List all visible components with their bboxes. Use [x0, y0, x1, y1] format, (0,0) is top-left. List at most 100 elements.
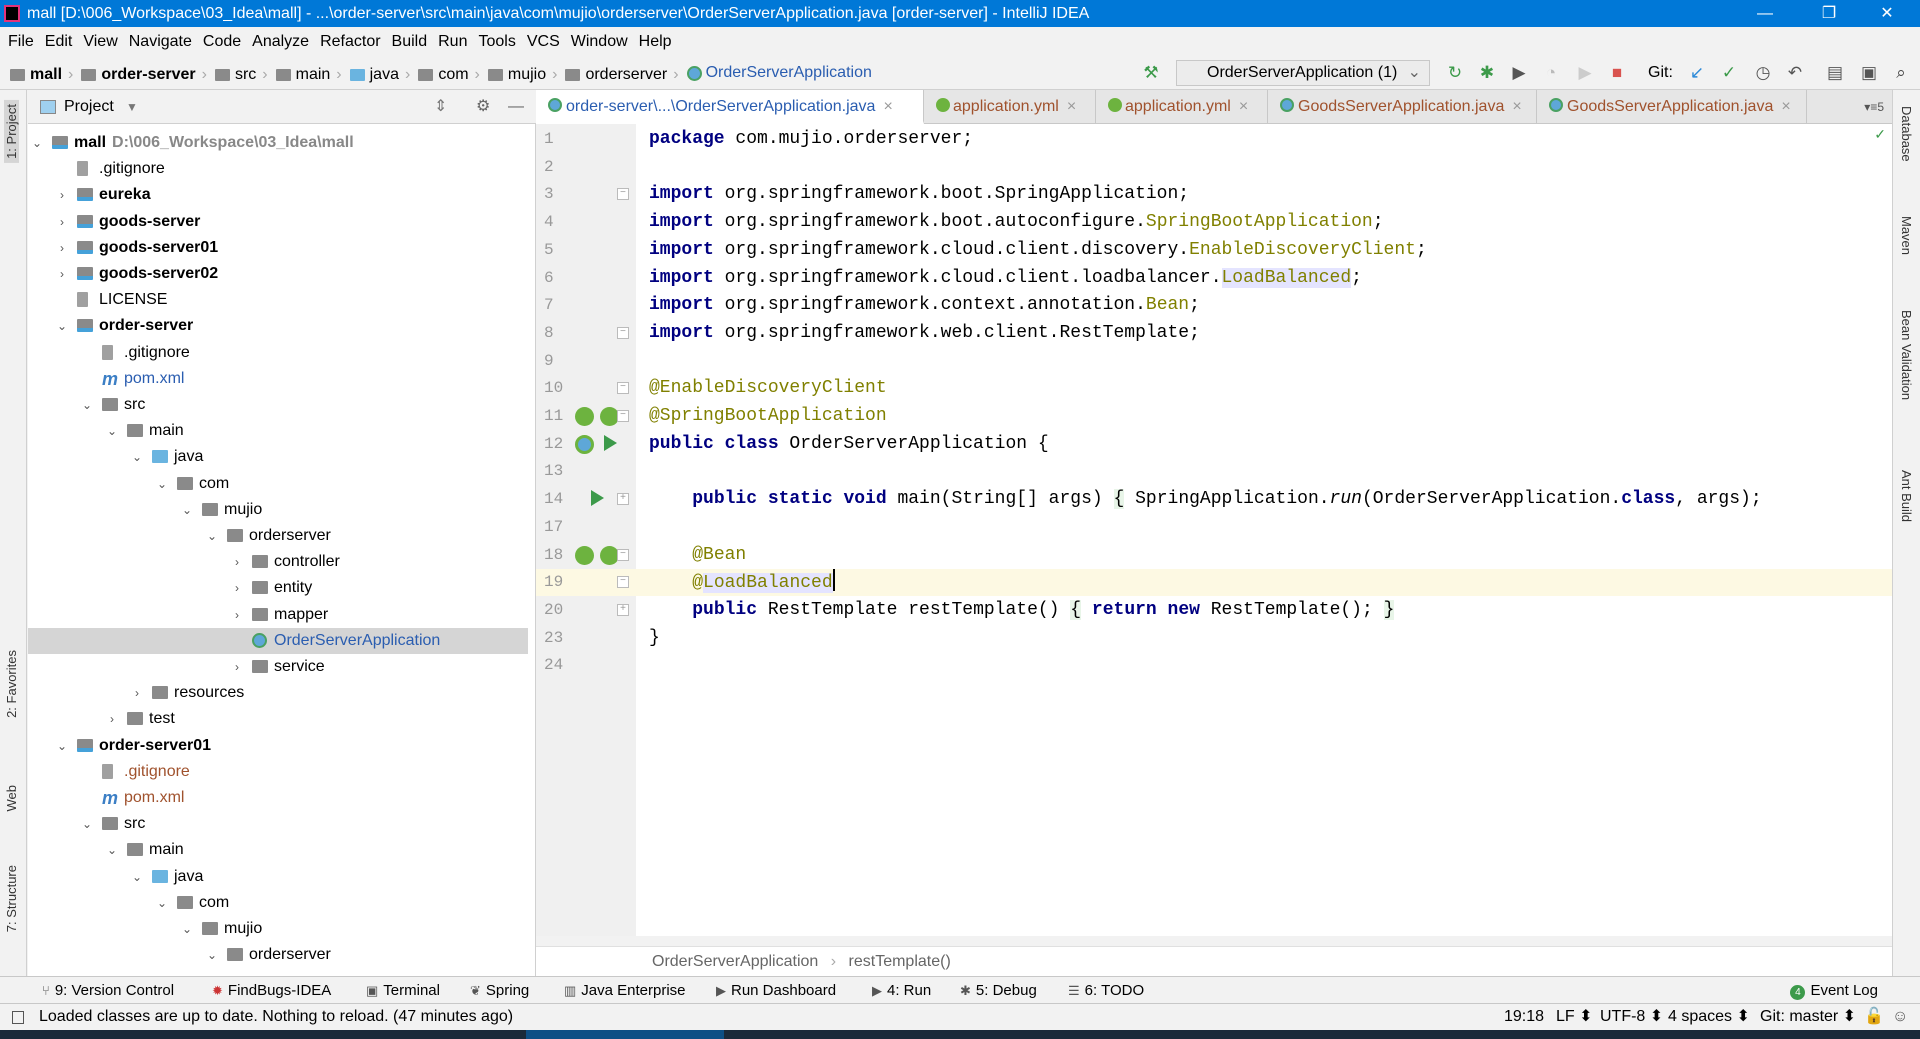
menu-run[interactable]: Run: [438, 33, 467, 50]
caret-position[interactable]: 19:18: [1504, 1004, 1544, 1030]
tool-window-version-control[interactable]: ⑂ 9: Version Control: [42, 977, 174, 1004]
chevron-down-icon[interactable]: ⌄: [180, 916, 194, 942]
tree-item[interactable]: › goods-server01: [28, 235, 528, 261]
fold-marker-icon[interactable]: −: [617, 410, 629, 422]
menu-refactor[interactable]: Refactor: [320, 33, 380, 50]
breadcrumb-class[interactable]: OrderServerApplication: [652, 953, 818, 970]
tool-tab-favorites[interactable]: 2: Favorites: [4, 650, 19, 718]
search-icon[interactable]: ⌕: [1890, 62, 1912, 84]
menu-file[interactable]: File: [8, 33, 34, 50]
collapse-all-icon[interactable]: ⇕: [434, 90, 447, 124]
event-log-button[interactable]: 4 Event Log: [1790, 977, 1878, 1004]
editor-tab[interactable]: GoodsServerApplication.java ×: [1268, 90, 1537, 124]
tool-tab-maven[interactable]: Maven: [1899, 216, 1914, 255]
tree-item[interactable]: ⌄ src: [28, 811, 528, 837]
chevron-right-icon[interactable]: ›: [55, 209, 69, 235]
lock-icon[interactable]: 🔓: [1864, 1004, 1884, 1030]
tool-tab-project[interactable]: 1: Project: [4, 100, 19, 163]
tool-tab-ant-build[interactable]: Ant Build: [1899, 470, 1914, 522]
tree-item[interactable]: › goods-server: [28, 209, 528, 235]
tree-item[interactable]: › service: [28, 654, 528, 680]
tool-window-run[interactable]: ▶ 4: Run: [872, 977, 931, 1004]
git-commit-check-icon[interactable]: ✓: [1718, 62, 1740, 84]
close-tab-icon[interactable]: ×: [1239, 98, 1248, 115]
nav-crumb[interactable]: mujio ›: [487, 58, 557, 92]
tool-window-spring[interactable]: ❦ Spring: [470, 977, 529, 1004]
run-anything-icon[interactable]: ▣: [1858, 62, 1880, 84]
tree-item[interactable]: ⌄ orderserver: [28, 523, 528, 549]
status-toggle-icon[interactable]: [12, 1011, 24, 1024]
chevron-right-icon[interactable]: ›: [130, 680, 144, 706]
nav-crumb[interactable]: order-server ›: [81, 58, 207, 92]
nav-crumb[interactable]: mall ›: [10, 58, 73, 92]
tree-item[interactable]: ⌄ order-server: [28, 313, 528, 339]
fold-marker-icon[interactable]: −: [617, 326, 629, 339]
tree-item[interactable]: ⌄ src: [28, 392, 528, 418]
close-tab-icon[interactable]: ×: [1512, 98, 1521, 115]
gear-icon[interactable]: ⚙: [476, 90, 490, 124]
chevron-down-icon[interactable]: ⌄: [30, 130, 44, 156]
menu-analyze[interactable]: Analyze: [252, 33, 309, 50]
chevron-down-icon[interactable]: ⌄: [80, 392, 94, 418]
menu-help[interactable]: Help: [639, 33, 672, 50]
code-editor[interactable]: ✓ 1 package com.mujio.orderserver; 2 3 impor…: [536, 124, 1892, 936]
chevron-right-icon[interactable]: ›: [230, 575, 244, 601]
chevron-right-icon[interactable]: ›: [55, 235, 69, 261]
tree-item[interactable]: ⌄ main: [28, 837, 528, 863]
chevron-right-icon[interactable]: ›: [230, 549, 244, 575]
tree-item[interactable]: › test: [28, 706, 528, 732]
tree-item[interactable]: › eureka: [28, 182, 528, 208]
line-separator[interactable]: LF ⬍: [1556, 1004, 1593, 1030]
run-configuration-select[interactable]: OrderServerApplication (1) ⌄: [1176, 60, 1430, 86]
tree-item[interactable]: › goods-server02: [28, 261, 528, 287]
chevron-right-icon[interactable]: ›: [55, 182, 69, 208]
close-tab-icon[interactable]: ×: [1781, 98, 1790, 115]
tree-item[interactable]: ⌄ mujio: [28, 916, 528, 942]
breadcrumb-method[interactable]: restTemplate(): [849, 953, 951, 970]
tree-item[interactable]: m pom.xml: [28, 366, 528, 392]
chevron-down-icon[interactable]: ⌄: [80, 811, 94, 837]
editor-tab[interactable]: application.yml ×: [1096, 90, 1268, 124]
run-gutter-icon[interactable]: [604, 434, 617, 451]
chevron-right-icon[interactable]: ›: [230, 654, 244, 680]
tool-tab-bean-validation[interactable]: Bean Validation: [1899, 310, 1914, 400]
menu-vcs[interactable]: VCS: [527, 33, 560, 50]
tool-window-java-enterprise[interactable]: ▥ Java Enterprise: [564, 977, 686, 1004]
close-tab-icon[interactable]: ×: [883, 98, 892, 115]
menu-edit[interactable]: Edit: [45, 33, 73, 50]
project-structure-icon[interactable]: ▤: [1824, 62, 1846, 84]
tree-item[interactable]: › entity: [28, 575, 528, 601]
chevron-down-icon[interactable]: ⌄: [180, 497, 194, 523]
taskbar-active-app[interactable]: [526, 1030, 724, 1039]
debug-bug-icon[interactable]: ✱: [1476, 62, 1498, 84]
chevron-down-icon[interactable]: ⌄: [105, 418, 119, 444]
tree-item[interactable]: › mapper: [28, 602, 528, 628]
git-update-icon[interactable]: ↙: [1686, 62, 1708, 84]
project-view-select[interactable]: Project: [64, 90, 114, 124]
minimize-button[interactable]: —: [1742, 0, 1788, 27]
tabs-overflow-menu[interactable]: ▾≡5: [1864, 90, 1884, 124]
chevron-down-icon[interactable]: ⌄: [105, 837, 119, 863]
tree-item[interactable]: .gitignore: [28, 340, 528, 366]
menu-window[interactable]: Window: [571, 33, 628, 50]
menu-view[interactable]: View: [83, 33, 117, 50]
tool-tab-structure[interactable]: 7: Structure: [4, 865, 19, 932]
fold-marker-icon[interactable]: −: [617, 576, 629, 589]
inspector-person-icon[interactable]: ☺: [1892, 1004, 1908, 1030]
fold-marker-icon[interactable]: +: [617, 603, 629, 616]
menu-tools[interactable]: Tools: [478, 33, 515, 50]
profile-icon[interactable]: ◔: [1540, 62, 1562, 84]
tool-window-debug[interactable]: ✱ 5: Debug: [960, 977, 1037, 1004]
tree-item[interactable]: ⌄ main: [28, 418, 528, 444]
chevron-right-icon[interactable]: ›: [230, 602, 244, 628]
fold-marker-icon[interactable]: −: [617, 188, 629, 201]
nav-crumb[interactable]: main ›: [275, 58, 342, 92]
editor-tab[interactable]: GoodsServerApplication.java ×: [1537, 90, 1807, 124]
fold-marker-icon[interactable]: −: [617, 548, 629, 561]
indent-setting[interactable]: 4 spaces ⬍: [1668, 1004, 1750, 1030]
chevron-right-icon[interactable]: ›: [55, 261, 69, 287]
run-gutter-icon[interactable]: [591, 490, 604, 507]
tree-item[interactable]: ⌄ java: [28, 864, 528, 890]
tree-item[interactable]: ⌄ com: [28, 471, 528, 497]
tree-item[interactable]: › controller: [28, 549, 528, 575]
